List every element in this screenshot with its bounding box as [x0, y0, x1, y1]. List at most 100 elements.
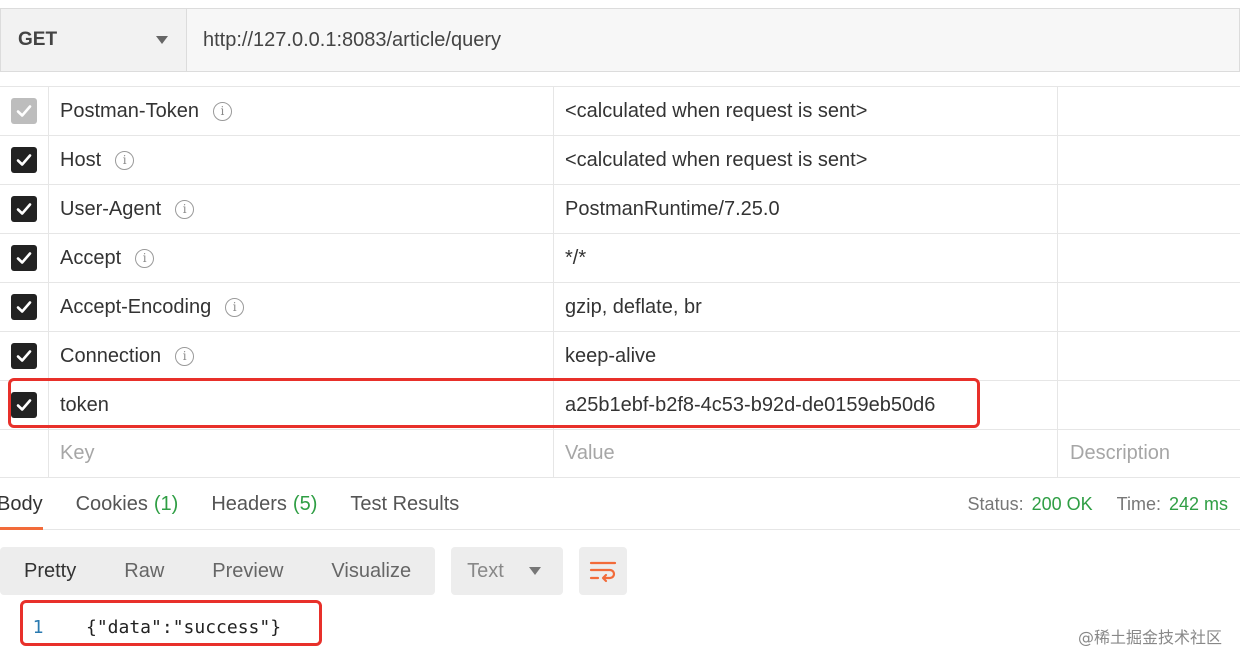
time-value[interactable]: 242 ms — [1169, 494, 1228, 515]
response-body-editor[interactable]: 1 {"data":"success"} — [20, 612, 282, 642]
header-key: Accept — [60, 246, 122, 269]
header-key-cell[interactable]: Host i — [49, 136, 554, 184]
header-row-token: token a25b1ebf-b2f8-4c53-b92d-de0159eb50… — [0, 380, 1240, 429]
new-key-input[interactable]: Key — [49, 430, 554, 477]
header-value-cell[interactable]: */* — [554, 234, 1058, 282]
header-description-cell[interactable] — [1058, 381, 1240, 429]
header-value-cell[interactable]: gzip, deflate, br — [554, 283, 1058, 331]
headers-count-badge: (5) — [292, 493, 318, 515]
url-input[interactable]: http://127.0.0.1:8083/article/query — [187, 9, 1239, 71]
header-description-cell[interactable] — [1058, 87, 1240, 135]
tab-test-results[interactable]: Test Results — [350, 480, 459, 529]
info-icon[interactable]: i — [175, 199, 195, 219]
chevron-down-icon — [156, 36, 168, 44]
info-icon[interactable]: i — [212, 101, 232, 121]
tab-body[interactable]: Body — [0, 480, 43, 530]
header-key: Host — [60, 148, 102, 171]
header-value: gzip, deflate, br — [565, 295, 702, 318]
header-value-cell[interactable]: <calculated when request is sent> — [554, 136, 1058, 184]
wrap-lines-icon — [589, 561, 617, 583]
header-key: Accept-Encoding — [60, 295, 212, 318]
line-number: 1 — [32, 616, 44, 638]
tab-headers-label: Headers — [211, 493, 287, 515]
pretty-button[interactable]: Pretty — [0, 547, 100, 595]
tab-body-label: Body — [0, 493, 43, 515]
response-body-text[interactable]: {"data":"success"} — [86, 617, 281, 638]
header-value-cell[interactable]: <calculated when request is sent> — [554, 87, 1058, 135]
header-new-row: Key Value Description — [0, 429, 1240, 478]
check-icon — [16, 105, 32, 117]
header-value: <calculated when request is sent> — [565, 148, 868, 171]
header-value: PostmanRuntime/7.25.0 — [565, 197, 780, 220]
request-url-bar: GET http://127.0.0.1:8083/article/query — [0, 8, 1240, 72]
visualize-button[interactable]: Visualize — [307, 547, 435, 595]
header-checkbox[interactable] — [11, 245, 37, 271]
method-select[interactable]: GET — [1, 9, 187, 71]
header-row: Postman-Token i <calculated when request… — [0, 86, 1240, 135]
key-placeholder: Key — [60, 442, 95, 464]
header-row: Connection i keep-alive — [0, 331, 1240, 380]
response-meta: Status: 200 OK Time: 242 ms — [968, 494, 1240, 515]
format-select[interactable]: Text — [451, 547, 564, 595]
header-row: Host i <calculated when request is sent> — [0, 135, 1240, 184]
value-placeholder: Value — [565, 442, 615, 464]
response-tabs: Body Cookies (1) Headers (5) Test Result… — [0, 480, 1240, 530]
check-icon — [16, 350, 32, 362]
status-badge[interactable]: 200 OK — [1032, 494, 1093, 515]
headers-table: Postman-Token i <calculated when request… — [0, 86, 1240, 478]
header-key-cell[interactable]: User-Agent i — [49, 185, 554, 233]
header-row: User-Agent i PostmanRuntime/7.25.0 — [0, 184, 1240, 233]
body-toolbar: Pretty Raw Preview Visualize Text — [0, 547, 628, 595]
info-icon[interactable]: i — [135, 248, 155, 268]
new-value-input[interactable]: Value — [554, 430, 1058, 477]
tab-cookies-label: Cookies — [75, 493, 148, 515]
header-value: a25b1ebf-b2f8-4c53-b92d-de0159eb50d6 — [565, 393, 936, 416]
view-mode-group: Pretty Raw Preview Visualize — [0, 547, 436, 595]
header-checkbox[interactable] — [11, 294, 37, 320]
header-key-cell[interactable]: token — [49, 381, 554, 429]
header-value-cell[interactable]: a25b1ebf-b2f8-4c53-b92d-de0159eb50d6 — [554, 381, 1058, 429]
header-description-cell[interactable] — [1058, 332, 1240, 380]
header-key-cell[interactable]: Postman-Token i — [49, 87, 554, 135]
header-key: Postman-Token — [60, 99, 199, 122]
header-description-cell[interactable] — [1058, 283, 1240, 331]
chevron-down-icon — [529, 567, 542, 575]
header-description-cell[interactable] — [1058, 234, 1240, 282]
header-description-cell[interactable] — [1058, 185, 1240, 233]
header-checkbox[interactable] — [11, 196, 37, 222]
tab-cookies[interactable]: Cookies (1) — [76, 480, 179, 529]
time-label: Time: — [1116, 494, 1161, 514]
header-key: User-Agent — [60, 197, 162, 220]
header-value: keep-alive — [565, 344, 657, 367]
header-value: */* — [565, 246, 587, 269]
header-value-cell[interactable]: keep-alive — [554, 332, 1058, 380]
check-icon — [16, 252, 32, 264]
status-label: Status: — [967, 494, 1024, 514]
check-icon — [16, 399, 32, 411]
header-description-cell[interactable] — [1058, 136, 1240, 184]
description-placeholder: Description — [1070, 442, 1171, 464]
header-checkbox[interactable] — [11, 392, 37, 418]
info-icon[interactable]: i — [115, 150, 135, 170]
header-checkbox[interactable] — [11, 343, 37, 369]
method-label: GET — [18, 29, 58, 50]
header-row: Accept i */* — [0, 233, 1240, 282]
header-value-cell[interactable]: PostmanRuntime/7.25.0 — [554, 185, 1058, 233]
check-icon — [16, 301, 32, 313]
wrap-lines-button[interactable] — [579, 547, 628, 595]
cookies-count-badge: (1) — [153, 493, 179, 515]
header-checkbox[interactable] — [11, 147, 37, 173]
header-key-cell[interactable]: Accept-Encoding i — [49, 283, 554, 331]
header-checkbox[interactable] — [11, 98, 37, 124]
info-icon[interactable]: i — [175, 346, 195, 366]
raw-button[interactable]: Raw — [100, 547, 188, 595]
info-icon[interactable]: i — [225, 297, 245, 317]
header-key: Connection — [60, 344, 162, 367]
header-key-cell[interactable]: Connection i — [49, 332, 554, 380]
new-description-input[interactable]: Description — [1058, 430, 1240, 477]
check-icon — [16, 154, 32, 166]
tab-headers[interactable]: Headers (5) — [211, 480, 317, 529]
tab-test-results-label: Test Results — [350, 493, 460, 515]
header-key-cell[interactable]: Accept i — [49, 234, 554, 282]
preview-button[interactable]: Preview — [188, 547, 307, 595]
